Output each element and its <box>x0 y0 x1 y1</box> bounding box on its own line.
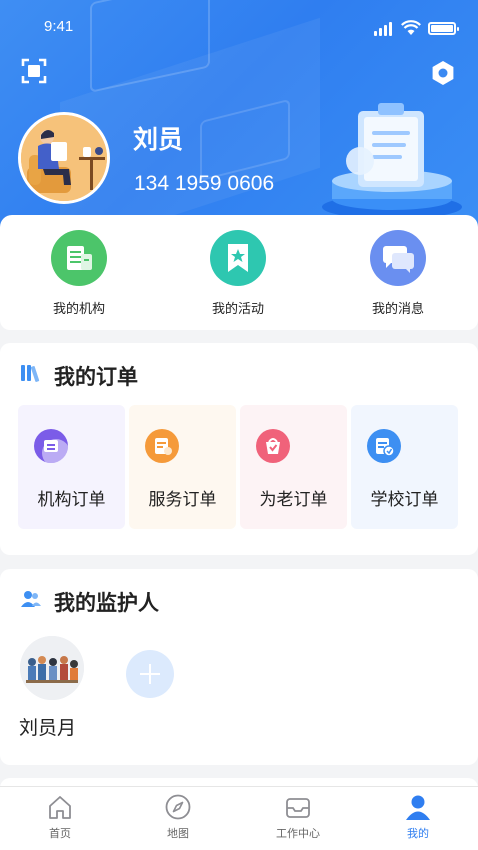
my-guardians-card: 我的监护人 刘员月 <box>0 569 478 765</box>
guardian-group-photo <box>20 636 84 700</box>
person-icon <box>406 795 430 820</box>
tab-label: 工作中心 <box>276 827 320 840</box>
quick-action-my-messages[interactable]: 我的消息 <box>338 230 458 317</box>
books-icon <box>21 365 40 382</box>
profile-header: 9:41 刘员 134 1959 0606 <box>0 0 478 240</box>
bottom-tab-bar: 首页 地图 工作中心 我的 <box>0 786 478 850</box>
building-doc-icon <box>51 230 107 286</box>
guardians-icon <box>21 591 41 607</box>
clipboard-illustration <box>322 103 462 219</box>
section-title: 我的监护人 <box>54 591 159 615</box>
order-service[interactable]: 服务订单 <box>129 405 236 529</box>
settings-icon[interactable] <box>430 60 456 86</box>
guardian-name: 刘员月 <box>19 717 77 739</box>
tab-label: 我的 <box>407 827 429 840</box>
tab-home[interactable]: 首页 <box>15 793 105 841</box>
battery-icon <box>428 22 459 35</box>
tab-mine[interactable]: 我的 <box>373 793 463 841</box>
scan-icon[interactable] <box>21 58 47 84</box>
star-bookmark-icon <box>210 230 266 286</box>
order-label: 服务订单 <box>148 490 217 510</box>
order-school[interactable]: 学校订单 <box>351 405 458 529</box>
user-avatar[interactable] <box>18 112 110 204</box>
tab-label: 地图 <box>167 827 189 840</box>
quick-action-label: 我的机构 <box>52 302 105 317</box>
school-order-icon <box>367 429 401 463</box>
order-label: 为老订单 <box>259 490 328 510</box>
order-institution[interactable]: 机构订单 <box>18 405 125 529</box>
tab-map[interactable]: 地图 <box>133 793 223 841</box>
service-order-icon <box>145 429 179 463</box>
user-phone: 134 1959 0606 <box>134 172 275 195</box>
status-bar: 9:41 <box>0 0 478 50</box>
order-label: 学校订单 <box>370 490 439 510</box>
quick-action-my-activity[interactable]: 我的活动 <box>178 230 298 317</box>
status-time: 9:41 <box>44 18 74 35</box>
tab-label: 首页 <box>49 827 71 840</box>
quick-action-label: 我的活动 <box>211 302 264 317</box>
add-guardian-button[interactable] <box>126 650 174 698</box>
quick-actions-card: 我的机构 我的活动 我的消息 <box>0 215 478 330</box>
home-icon <box>49 796 71 819</box>
wifi-icon <box>401 20 421 35</box>
guardian-avatar[interactable] <box>20 636 84 700</box>
my-orders-card: 我的订单 机构订单 服务订单 为老订单 学校订单 <box>0 343 478 555</box>
order-elderly[interactable]: 为老订单 <box>240 405 347 529</box>
institution-order-icon <box>34 429 68 463</box>
elderly-order-icon <box>256 429 290 463</box>
signal-icon <box>374 22 396 36</box>
quick-action-my-institution[interactable]: 我的机构 <box>19 230 139 317</box>
quick-action-label: 我的消息 <box>371 302 424 317</box>
user-name: 刘员 <box>133 125 184 154</box>
chat-bubbles-icon <box>370 230 426 286</box>
inbox-icon <box>286 798 310 818</box>
section-title: 我的订单 <box>54 365 138 389</box>
order-label: 机构订单 <box>37 490 106 510</box>
compass-icon <box>165 794 191 820</box>
tab-work-center[interactable]: 工作中心 <box>253 793 343 841</box>
